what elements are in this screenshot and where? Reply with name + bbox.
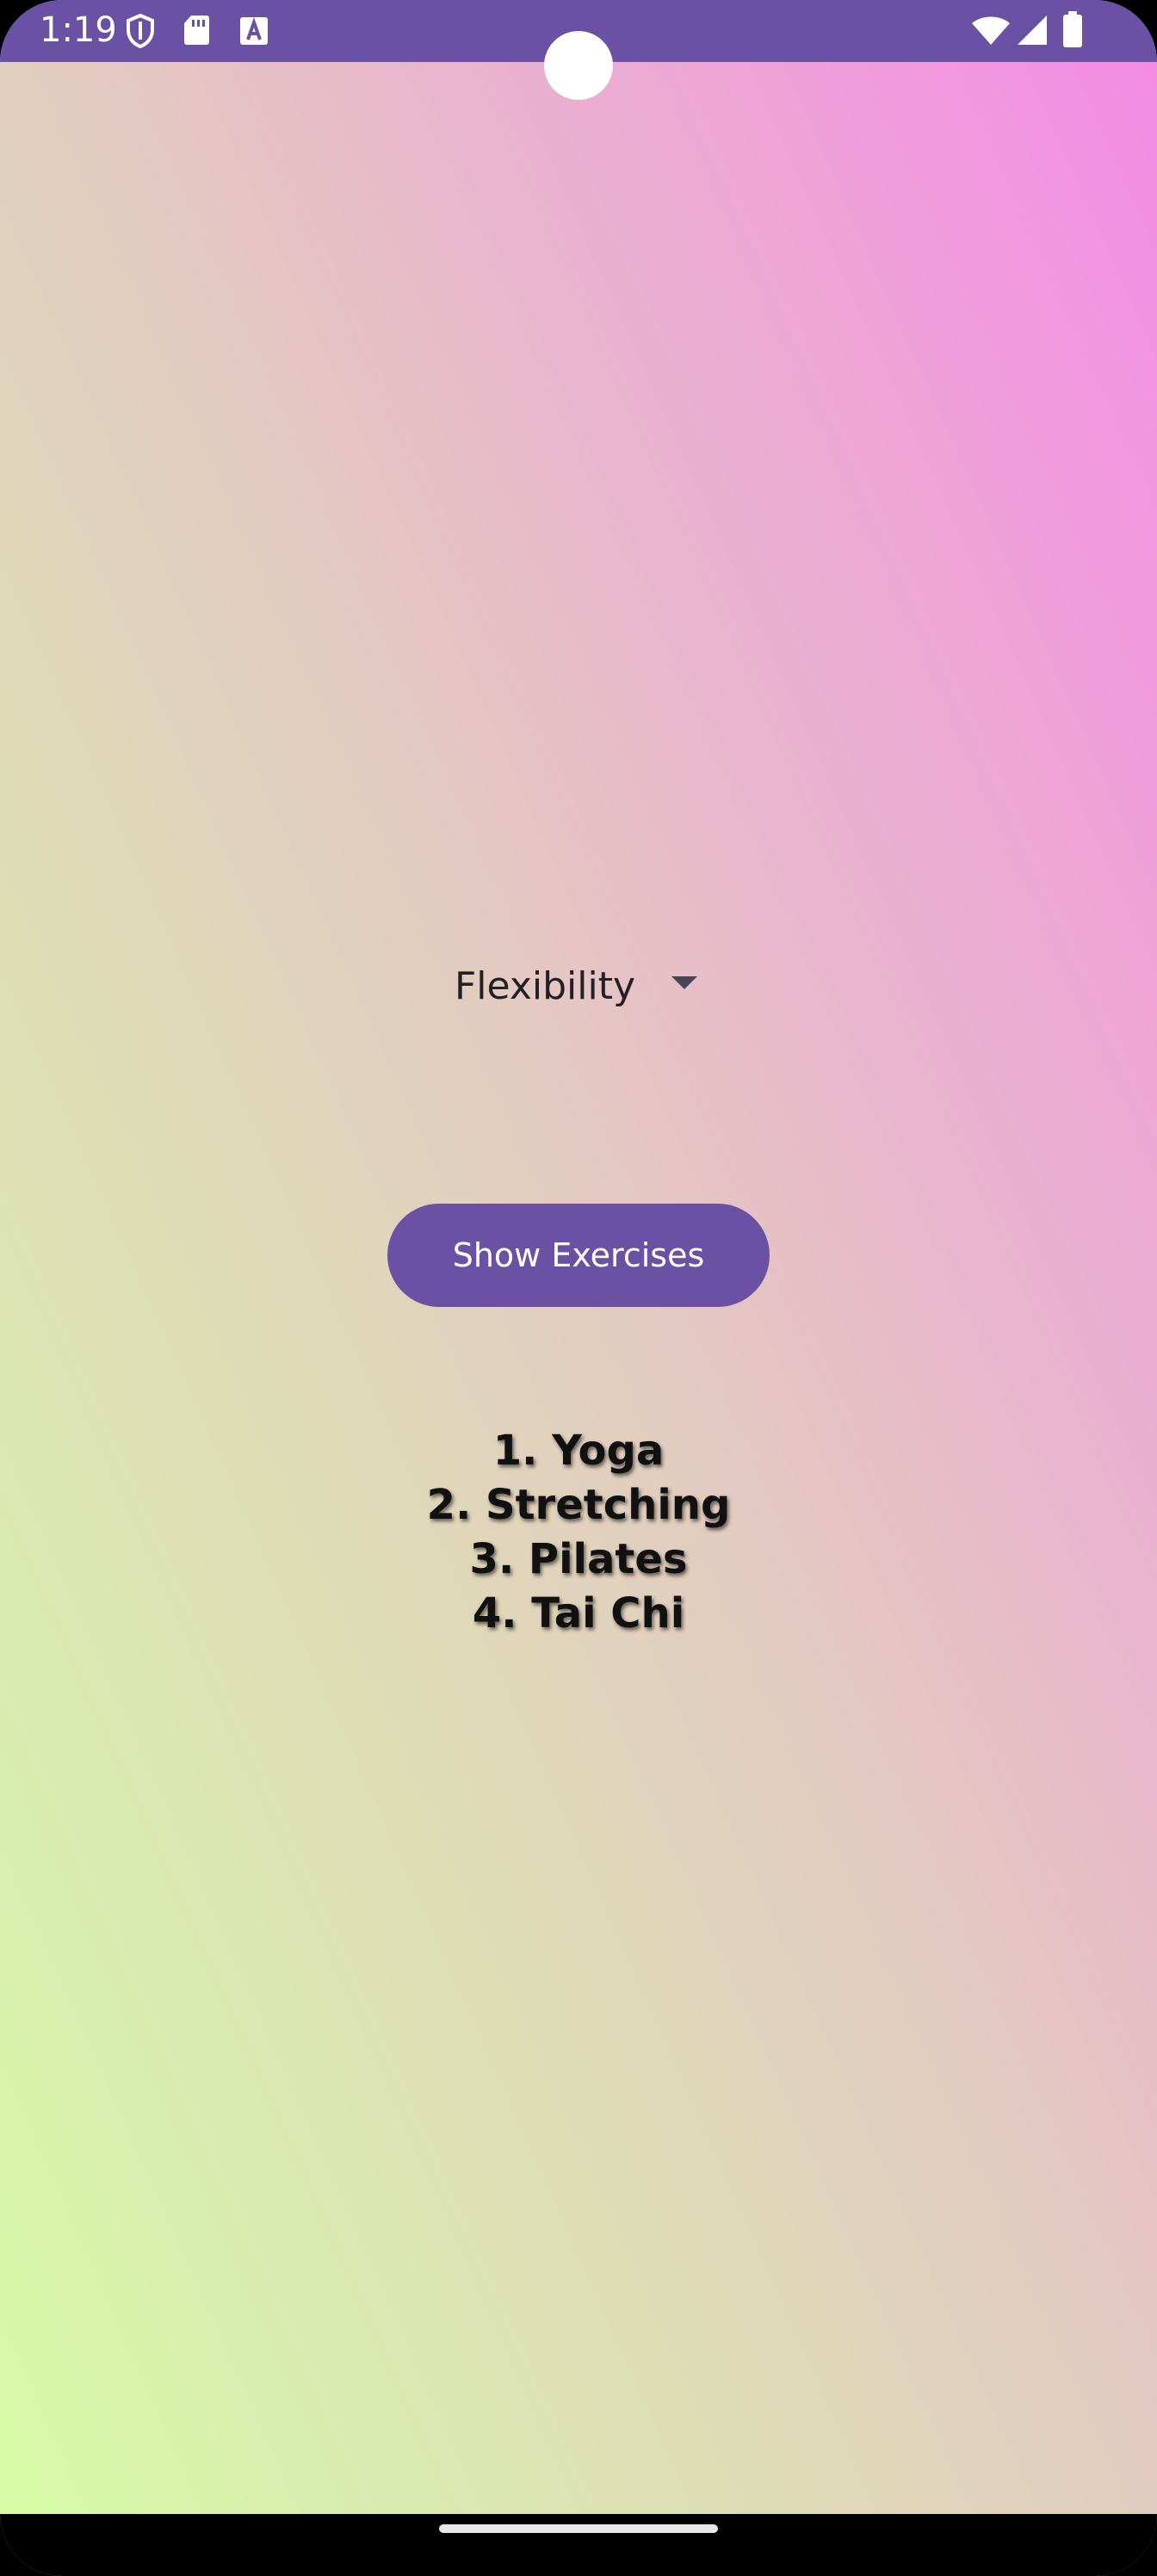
app-screen: 1:19 Flexibility Show Exercises 1. Yoga … [0,0,1157,2576]
camera-cutout [544,31,613,100]
home-gesture-handle[interactable] [439,2524,718,2533]
list-item: 1. Yoga [492,1427,665,1475]
navigation-bar [0,2514,1157,2576]
dropdown-arrow-icon [671,976,697,989]
category-dropdown-value: Flexibility [455,963,635,1008]
battery-icon [1063,11,1082,47]
cellular-signal-icon [1018,15,1047,45]
status-time: 1:19 [40,10,117,50]
list-item: 4. Tai Chi [472,1589,685,1638]
sd-card-icon [184,15,209,45]
list-item: 3. Pilates [469,1535,688,1583]
list-item: 2. Stretching [426,1481,731,1529]
shield-icon [127,14,154,48]
font-a-icon [240,16,268,45]
show-exercises-button[interactable]: Show Exercises [387,1204,770,1307]
exercise-list: 1. Yoga 2. Stretching 3. Pilates 4. Tai … [320,1424,837,1641]
category-dropdown[interactable]: Flexibility [430,951,723,1020]
wifi-icon [972,16,1010,45]
